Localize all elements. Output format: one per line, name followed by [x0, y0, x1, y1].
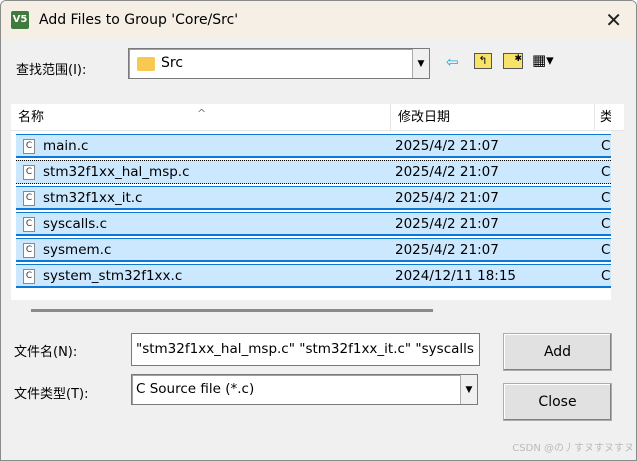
title-bar: V5 Add Files to Group 'Core/Src' ✕	[1, 1, 636, 39]
file-name: syscalls.c	[43, 216, 107, 232]
file-row[interactable]: C system_stm32f1xx.c 2024/12/11 18:15 C …	[16, 264, 621, 288]
column-header-date[interactable]: 修改日期	[391, 104, 595, 131]
file-name: stm32f1xx_hal_msp.c	[43, 164, 190, 180]
c-file-icon: C	[23, 191, 35, 206]
file-date: 2025/4/2 21:07	[395, 242, 499, 258]
folder-icon	[137, 57, 155, 71]
close-button[interactable]: Close	[503, 383, 612, 421]
file-row[interactable]: C stm32f1xx_it.c 2025/4/2 21:07 C 源文件	[16, 186, 621, 210]
column-header-name[interactable]: 名称 ^	[11, 104, 391, 131]
lookin-combo[interactable]: Src ▼	[128, 48, 430, 79]
chevron-down-icon[interactable]: ▼	[460, 375, 477, 404]
file-name: sysmem.c	[43, 242, 112, 258]
file-name: main.c	[43, 138, 89, 154]
view-menu-icon[interactable]: ▦▾	[532, 51, 554, 69]
file-name: system_stm32f1xx.c	[43, 268, 183, 284]
file-row[interactable]: C main.c 2025/4/2 21:07 C 源文件	[16, 134, 621, 158]
chevron-down-icon[interactable]: ▼	[412, 49, 429, 78]
filename-label: 文件名(N):	[14, 345, 78, 360]
filetype-value: C Source file (*.c)	[136, 381, 255, 397]
vertical-scroll-area[interactable]	[611, 131, 624, 300]
close-icon[interactable]: ✕	[605, 8, 622, 32]
file-date: 2025/4/2 21:07	[395, 216, 499, 232]
filetype-combo[interactable]: C Source file (*.c) ▼	[131, 374, 478, 405]
file-name: stm32f1xx_it.c	[43, 190, 143, 206]
c-file-icon: C	[23, 269, 35, 284]
file-row[interactable]: C sysmem.c 2025/4/2 21:07 C 源文件	[16, 238, 621, 262]
horizontal-scrollbar[interactable]	[31, 309, 433, 312]
filename-input[interactable]: "stm32f1xx_hal_msp.c" "stm32f1xx_it.c" "…	[131, 333, 480, 366]
file-date: 2025/4/2 21:07	[395, 190, 499, 206]
sort-ascending-icon: ^	[197, 107, 207, 120]
back-icon[interactable]: ⇦	[446, 53, 459, 71]
file-date: 2025/4/2 21:07	[395, 164, 499, 180]
c-file-icon: C	[23, 139, 35, 154]
window-title: Add Files to Group 'Core/Src'	[39, 12, 239, 28]
file-row[interactable]: C stm32f1xx_hal_msp.c 2025/4/2 21:07 C 源…	[16, 160, 621, 184]
file-date: 2025/4/2 21:07	[395, 138, 499, 154]
lookin-value: Src	[161, 55, 184, 71]
file-row[interactable]: C syscalls.c 2025/4/2 21:07 C 源文件	[16, 212, 621, 236]
column-header-type[interactable]: 类型	[595, 104, 611, 131]
list-header: 名称^ 修改日期 类型	[11, 104, 624, 131]
c-file-icon: C	[23, 217, 35, 232]
file-list[interactable]: 名称^ 修改日期 类型 C main.c 2025/4/2 21:07 C 源文…	[11, 104, 624, 300]
lookin-label: 查找范围(I):	[16, 63, 87, 78]
keil-app-icon: V5	[11, 11, 29, 29]
c-file-icon: C	[23, 243, 35, 258]
add-button[interactable]: Add	[503, 333, 612, 371]
up-folder-icon[interactable]: ↰	[474, 53, 492, 69]
c-file-icon: C	[23, 165, 35, 180]
watermark: CSDN @の丿すヌすヌすヌ	[512, 443, 634, 454]
filetype-label: 文件类型(T):	[14, 387, 89, 402]
new-folder-icon[interactable]: ✱	[503, 53, 523, 69]
file-date: 2024/12/11 18:15	[395, 268, 517, 284]
add-files-dialog: V5 Add Files to Group 'Core/Src' ✕ 查找范围(…	[0, 0, 637, 461]
